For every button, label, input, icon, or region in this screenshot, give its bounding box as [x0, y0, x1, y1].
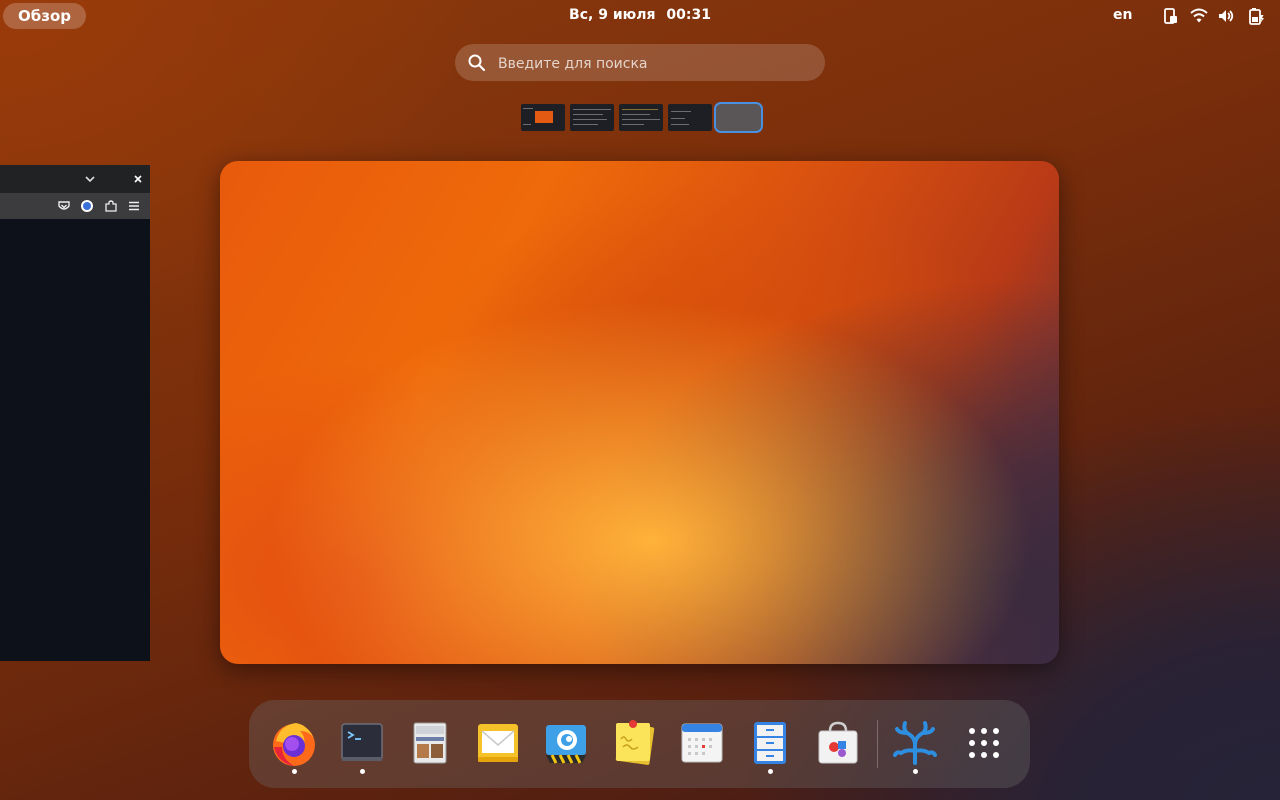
running-indicator [913, 769, 918, 774]
mail-icon[interactable] [474, 719, 522, 767]
dash-separator [877, 720, 878, 768]
clock-date: Вс, 9 июля [569, 7, 656, 23]
close-icon[interactable] [131, 172, 145, 186]
app-grid-icon[interactable] [960, 719, 1008, 767]
terminal-icon[interactable] [338, 719, 386, 767]
search-entry[interactable] [455, 44, 825, 83]
keyboard-layout-indicator[interactable]: en [1113, 7, 1132, 23]
pocket-icon[interactable] [57, 199, 71, 213]
top-bar: Обзор Вс, 9 июля 00:31 en [0, 0, 1280, 32]
running-indicator [292, 769, 297, 774]
window-titlebar [0, 165, 150, 193]
chevron-down-icon[interactable] [83, 172, 97, 186]
wifi-icon[interactable] [1190, 7, 1208, 25]
workspace-thumbnail[interactable] [668, 104, 712, 131]
clock-time: 00:31 [666, 7, 711, 23]
hamburger-menu-icon[interactable] [127, 199, 141, 213]
screen-rotation-icon[interactable] [1162, 7, 1180, 25]
browser-toolbar [0, 193, 150, 219]
firefox-icon[interactable] [270, 719, 318, 767]
workspace-thumbnail-active[interactable] [714, 102, 763, 133]
browser-window-preview[interactable] [0, 165, 150, 661]
remote-desktop-icon[interactable] [542, 719, 590, 767]
workspace-thumbnail[interactable] [570, 104, 614, 131]
clock[interactable]: Вс, 9 июля 00:31 [0, 7, 1280, 23]
search-input[interactable] [496, 44, 820, 83]
calendar-icon[interactable] [678, 719, 726, 767]
workspace-preview[interactable] [220, 161, 1059, 664]
files-cabinet-icon[interactable] [746, 719, 794, 767]
sticky-notes-icon[interactable] [610, 719, 658, 767]
search-icon [468, 54, 486, 72]
extensions-icon[interactable] [104, 199, 118, 213]
volume-icon[interactable] [1217, 7, 1235, 25]
running-indicator [768, 769, 773, 774]
vscodium-icon[interactable] [891, 719, 939, 767]
software-store-icon[interactable] [814, 719, 862, 767]
image-viewer-icon[interactable] [406, 719, 454, 767]
dash [249, 700, 1030, 788]
account-icon[interactable] [80, 199, 94, 213]
battery-charging-icon[interactable] [1247, 7, 1265, 25]
workspace-thumbnail[interactable] [521, 104, 565, 131]
running-indicator [360, 769, 365, 774]
workspace-thumbnail[interactable] [619, 104, 663, 131]
